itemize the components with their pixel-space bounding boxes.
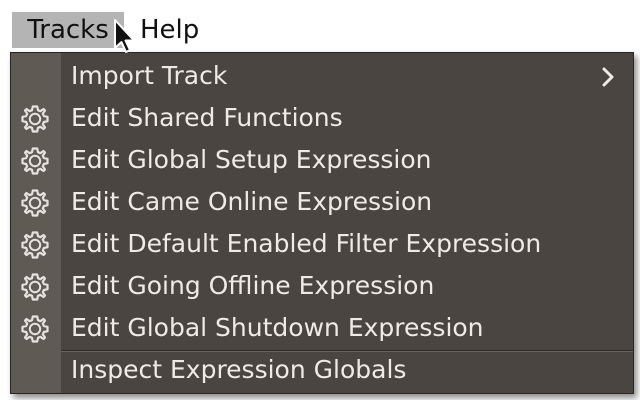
gear-icon [21, 105, 49, 133]
menu-item-edit-global-setup-expression[interactable]: Edit Global Setup Expression [11, 139, 633, 181]
menu-item-edit-default-enabled-filter-expression[interactable]: Edit Default Enabled Filter Expression [11, 223, 633, 265]
menu-item-label: Edit Came Online Expression [71, 187, 433, 216]
gear-icon [21, 189, 49, 217]
menu-item-label: Edit Shared Functions [71, 103, 343, 132]
menu-item-label: Edit Global Shutdown Expression [71, 313, 484, 342]
gear-icon [21, 273, 49, 301]
menu-item-label: Edit Global Setup Expression [71, 145, 432, 174]
menu-item-edit-going-offline-expression[interactable]: Edit Going Offline Expression [11, 265, 633, 307]
chevron-right-icon [602, 67, 614, 87]
menu-item-import-track[interactable]: Import Track [11, 55, 633, 97]
menu-item-label: Inspect Expression Globals [71, 355, 407, 384]
menubar-help[interactable]: Help [136, 12, 203, 48]
gear-icon [21, 147, 49, 175]
menubar-tracks[interactable]: Tracks [12, 12, 124, 48]
tracks-dropdown-menu: Import Track Edit Shared Functions Edit … [10, 52, 634, 394]
menu-item-label: Edit Going Offline Expression [71, 271, 435, 300]
menu-item-inspect-expression-globals[interactable]: Inspect Expression Globals [11, 349, 633, 391]
menu-bar: Tracks Help [10, 8, 630, 52]
menu-item-label: Edit Default Enabled Filter Expression [71, 229, 542, 258]
mouse-cursor-icon [114, 19, 135, 53]
gear-icon [21, 315, 49, 343]
gear-icon [21, 231, 49, 259]
menu-item-edit-came-online-expression[interactable]: Edit Came Online Expression [11, 181, 633, 223]
menu-item-edit-global-shutdown-expression[interactable]: Edit Global Shutdown Expression [11, 307, 633, 349]
menu-item-edit-shared-functions[interactable]: Edit Shared Functions [11, 97, 633, 139]
menu-item-label: Import Track [71, 61, 228, 90]
